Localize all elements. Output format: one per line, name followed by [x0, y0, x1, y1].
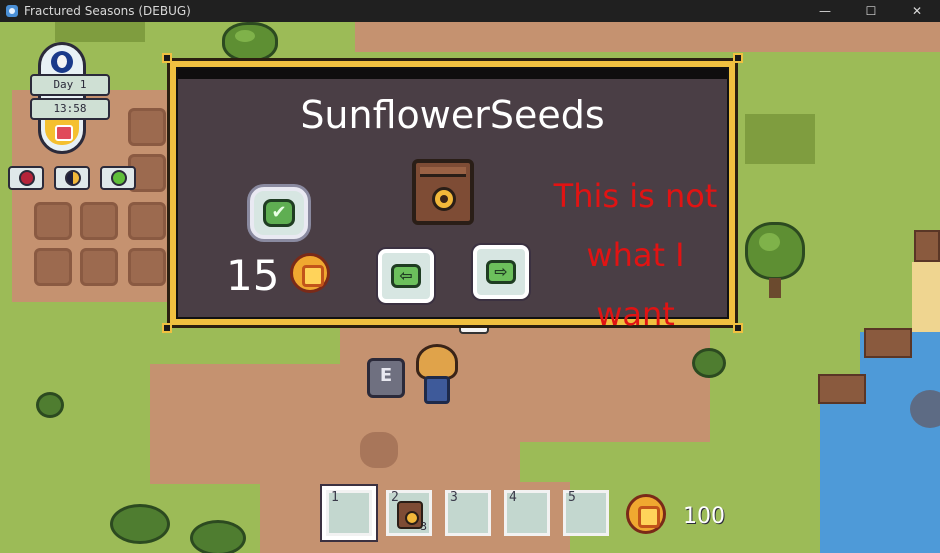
- time-label: 13:58: [30, 98, 110, 120]
- dialog-corner: [162, 53, 172, 63]
- dialog-header-bar: [178, 69, 727, 79]
- moon-phase-icon: [54, 166, 90, 190]
- farm-plot[interactable]: [34, 248, 72, 286]
- farm-plot[interactable]: [128, 248, 166, 286]
- farm-plot[interactable]: [128, 202, 166, 240]
- bush: [190, 520, 246, 553]
- coin-icon: [290, 253, 330, 293]
- hotbar-slot-2[interactable]: 2 3: [386, 490, 432, 536]
- arrow-left-icon: ⇦: [391, 264, 421, 288]
- annotation-line: want: [596, 295, 675, 333]
- seed-bag-icon: [412, 159, 474, 225]
- money-amount: 100: [683, 504, 725, 529]
- sunflower-icon: [432, 187, 456, 211]
- fence-mid: [864, 328, 912, 358]
- day-label: Day 1: [30, 74, 110, 96]
- tree-crown: [222, 22, 278, 62]
- farm-plot[interactable]: [80, 248, 118, 286]
- minimize-button[interactable]: —: [802, 0, 848, 22]
- buy-confirm-button[interactable]: ✔: [250, 187, 308, 239]
- sun-icon: [45, 119, 79, 145]
- farm-plot[interactable]: [34, 202, 72, 240]
- slot-number: 4: [509, 490, 517, 505]
- dirt-path-top: [355, 22, 940, 52]
- slot-item-count: 3: [420, 520, 427, 533]
- game-viewport[interactable]: Day 1 13:58 E SunflowerSeeds ✔ 15 ⇦ ⇨ Th…: [0, 22, 940, 553]
- item-price: 15: [226, 251, 280, 300]
- sand-shore: [912, 262, 940, 332]
- tree-trunk: [769, 278, 781, 298]
- app-icon: [6, 5, 18, 17]
- farm-plot[interactable]: [80, 202, 118, 240]
- slot-number: 1: [331, 490, 339, 505]
- moon-icon: [51, 51, 73, 73]
- red-orb-dot: [19, 170, 35, 186]
- fence-right-top: [914, 230, 940, 262]
- previous-item-button[interactable]: ⇦: [378, 249, 434, 303]
- dirt-path-left: [150, 364, 400, 484]
- hotbar-slot-4[interactable]: 4: [504, 490, 550, 536]
- bush: [110, 504, 170, 544]
- dark-grass-strip: [55, 22, 145, 42]
- next-item-button[interactable]: ⇨: [473, 245, 529, 299]
- pond-left: [820, 402, 880, 553]
- player-hat: [416, 344, 458, 380]
- hotbar-slot-5[interactable]: 5: [563, 490, 609, 536]
- annotation-line: what I: [586, 236, 685, 274]
- tree-crown: [745, 222, 805, 280]
- fence-low: [818, 374, 866, 404]
- close-button[interactable]: ✕: [894, 0, 940, 22]
- arrow-right-icon: ⇨: [486, 260, 516, 284]
- slot-number: 5: [568, 490, 576, 505]
- tilled-patch: [360, 432, 398, 468]
- green-orb-dot: [111, 170, 127, 186]
- annotation-line: This is not: [553, 177, 718, 215]
- slot-number: 3: [450, 490, 458, 505]
- hotbar-slot-1[interactable]: 1: [326, 490, 372, 536]
- item-name: SunflowerSeeds: [300, 93, 605, 137]
- shop-dialog-panel: SunflowerSeeds ✔ 15 ⇦ ⇨ This is not what…: [176, 67, 729, 333]
- checkmark-icon: ✔: [263, 199, 295, 227]
- seed-bag-icon: [397, 501, 423, 529]
- player-body: [424, 376, 450, 404]
- farm-plot[interactable]: [128, 108, 166, 146]
- shop-dialog: SunflowerSeeds ✔ 15 ⇦ ⇨ This is not what…: [162, 53, 743, 333]
- bush: [692, 348, 726, 378]
- dialog-corner: [162, 323, 172, 333]
- green-orb-icon: [100, 166, 136, 190]
- dialog-corner: [733, 53, 743, 63]
- interact-key-hint: E: [367, 358, 405, 398]
- window-titlebar: Fractured Seasons (DEBUG) — ☐ ✕: [0, 0, 940, 22]
- red-orb-icon: [8, 166, 44, 190]
- moon-phase-dot: [65, 170, 81, 186]
- annotation-note: This is not what I want: [533, 167, 738, 344]
- seed-bag-top: [420, 167, 466, 177]
- coin-icon: [626, 494, 666, 534]
- window-controls: — ☐ ✕: [802, 0, 940, 22]
- bush: [36, 392, 64, 418]
- window-title: Fractured Seasons (DEBUG): [24, 4, 191, 18]
- hotbar-slot-3[interactable]: 3: [445, 490, 491, 536]
- dark-grass-patch: [745, 114, 815, 164]
- maximize-button[interactable]: ☐: [848, 0, 894, 22]
